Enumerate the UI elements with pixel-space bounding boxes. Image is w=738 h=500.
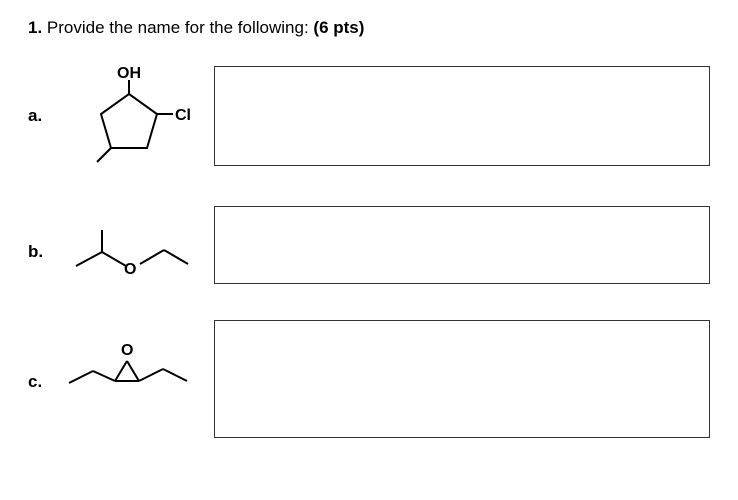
item-label-c: c.: [28, 320, 54, 392]
item-label-a: a.: [28, 66, 54, 126]
bond-methyl: [97, 148, 111, 162]
bond-c7: [163, 369, 187, 381]
label-o-b: O: [124, 261, 136, 278]
item-row-a: a. OH Cl: [28, 66, 710, 176]
bond-b5: [164, 250, 188, 264]
bond-b1: [76, 252, 102, 266]
molecule-c-svg: O: [59, 325, 209, 405]
structure-b: O: [54, 206, 214, 296]
answer-box-b[interactable]: [214, 206, 710, 284]
question-number: 1.: [28, 18, 42, 37]
structure-a: OH Cl: [54, 66, 214, 176]
structure-c: O: [54, 320, 214, 410]
item-row-b: b. O: [28, 206, 710, 296]
bond-c6: [139, 369, 163, 381]
label-oh: OH: [117, 66, 141, 82]
question-prompt: Provide the name for the following:: [47, 18, 309, 37]
item-row-c: c. O: [28, 320, 710, 438]
molecule-b-svg: O: [64, 216, 204, 286]
label-cl: Cl: [175, 107, 191, 124]
item-label-b: b.: [28, 206, 54, 262]
bond-b4: [140, 250, 164, 264]
bond-b3: [102, 252, 126, 266]
question-points: (6 pts): [313, 18, 364, 37]
bond-c2: [93, 371, 115, 381]
answer-box-c[interactable]: [214, 320, 710, 438]
bond-c1: [69, 371, 93, 383]
bond-c5: [127, 361, 139, 381]
answer-box-a[interactable]: [214, 66, 710, 166]
bond-c4: [115, 361, 127, 381]
cyclopentane-ring: [101, 94, 157, 148]
molecule-a-svg: OH Cl: [69, 66, 199, 176]
question-header: 1. Provide the name for the following: (…: [28, 18, 710, 38]
label-o-c: O: [121, 342, 133, 359]
